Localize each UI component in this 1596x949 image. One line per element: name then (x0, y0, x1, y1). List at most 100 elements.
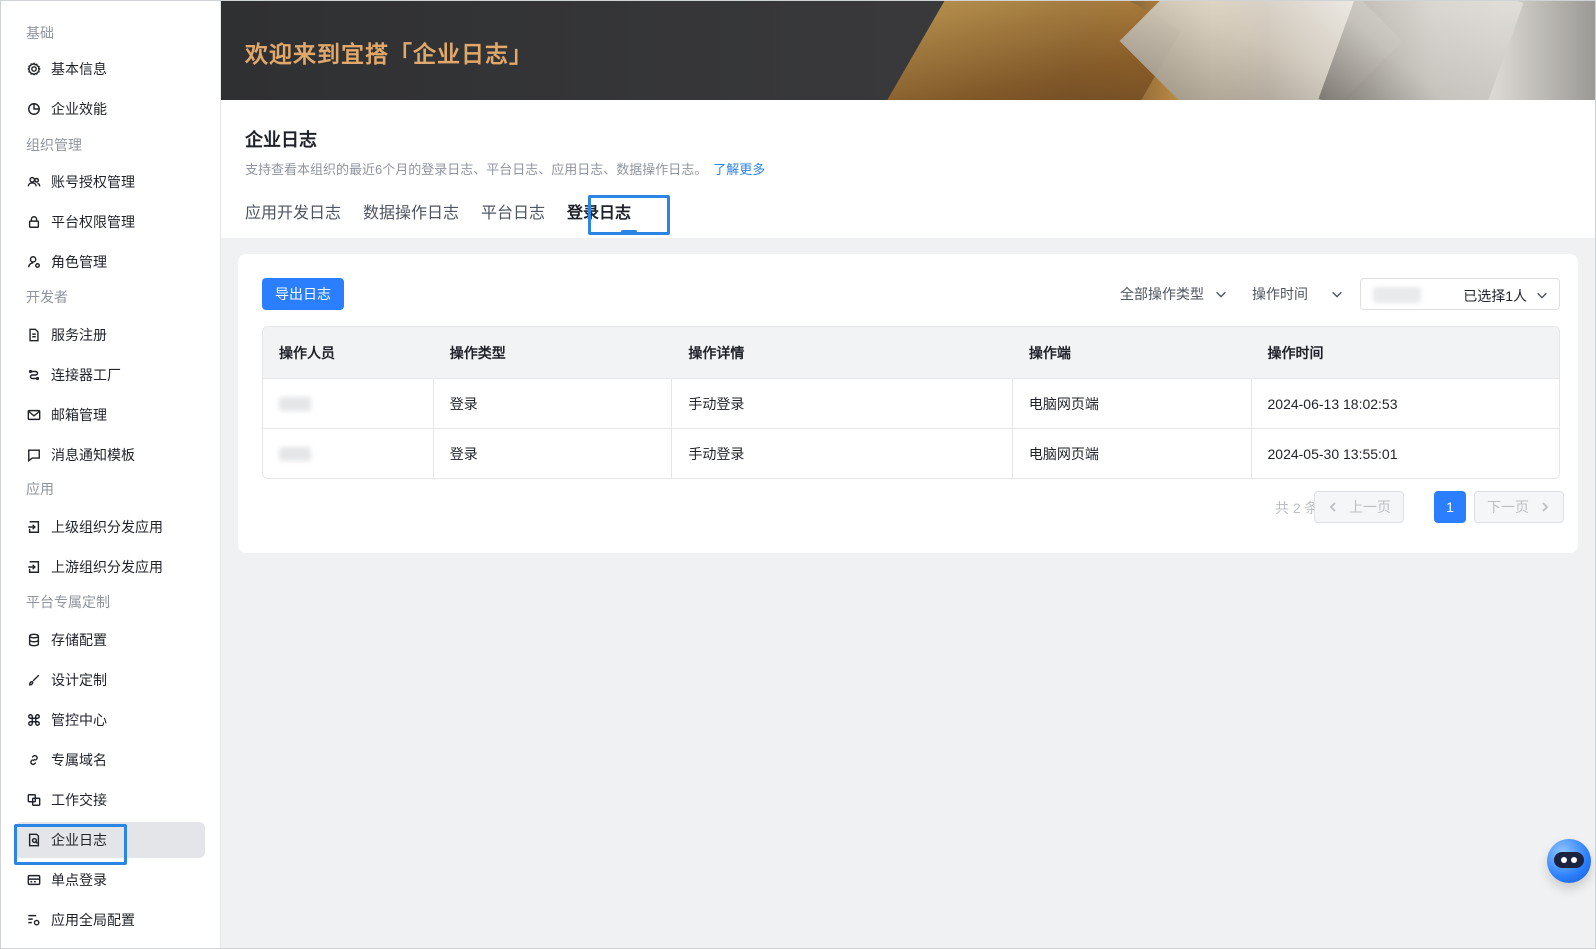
chevron-right-icon (1539, 501, 1551, 513)
banner-title: 欢迎来到宜搭「企业日志」 (245, 41, 533, 67)
sidebar-item-role[interactable]: 角色管理 (15, 244, 205, 280)
sidebar-item-account-auth[interactable]: 账号授权管理 (15, 164, 205, 200)
login-icon (27, 520, 41, 534)
sidebar-item-parent-org-apps[interactable]: 上级组织分发应用 (15, 509, 205, 545)
cell-operator (263, 429, 434, 478)
brush-icon (27, 673, 41, 687)
sidebar-item-label: 上游组织分发应用 (51, 559, 163, 575)
sidebar-item-label: 管控中心 (51, 712, 107, 728)
sidebar-item-handover[interactable]: 工作交接 (15, 782, 205, 818)
sso-icon (27, 873, 41, 887)
sidebar-item-message-template[interactable]: 消息通知模板 (15, 437, 205, 473)
sidebar-item-global-config[interactable]: 应用全局配置 (15, 902, 205, 938)
command-icon (27, 713, 41, 727)
next-page-button[interactable]: 下一页 (1474, 491, 1564, 523)
sidebar-item-service-register[interactable]: 服务注册 (15, 317, 205, 353)
selected-count: 已选择1人 (1463, 288, 1527, 304)
link-icon (27, 753, 41, 767)
database-icon (27, 633, 41, 647)
page-number-current[interactable]: 1 (1434, 491, 1466, 523)
log-icon (27, 833, 41, 847)
cell-detail: 手动登录 (672, 429, 1013, 478)
chart-pie-icon (27, 102, 41, 116)
operation-time-label: 操作时间 (1252, 286, 1308, 302)
sidebar-item-connector-factory[interactable]: 连接器工厂 (15, 357, 205, 393)
handover-icon (27, 793, 41, 807)
sidebar-group-platform-custom: 平台专属定制 (26, 594, 110, 610)
sidebar-group-developer: 开发者 (26, 289, 68, 305)
sidebar-item-mail[interactable]: 邮箱管理 (15, 397, 205, 433)
sidebar-item-platform-permission[interactable]: 平台权限管理 (15, 204, 205, 240)
page-description: 支持查看本组织的最近6个月的登录日志、平台日志、应用日志、数据操作日志。 了解更多 (245, 159, 765, 178)
sidebar-item-label: 设计定制 (51, 672, 107, 688)
chevron-down-icon (1535, 288, 1549, 302)
sidebar-item-label: 单点登录 (51, 872, 107, 888)
login-log-table: 操作人员 操作类型 操作详情 操作端 操作时间 登录 手动登录 电脑网页端 20… (262, 326, 1560, 479)
sidebar-item-design[interactable]: 设计定制 (15, 662, 205, 698)
cell-client: 电脑网页端 (1013, 429, 1252, 478)
tab-app-dev-log[interactable]: 应用开发日志 (245, 197, 341, 237)
cell-operator (263, 379, 434, 428)
sidebar-item-label: 角色管理 (51, 254, 107, 270)
sidebar-item-label: 连接器工厂 (51, 367, 121, 383)
blurred-operator-name (279, 396, 311, 411)
pagination-total: 共 2 条 (1275, 500, 1319, 516)
welcome-banner: 欢迎来到宜搭「企业日志」 (221, 1, 1595, 100)
sidebar-item-label: 企业效能 (51, 101, 107, 117)
column-header-type: 操作类型 (449, 344, 506, 361)
blurred-operator-name (279, 446, 311, 461)
table-header: 操作人员 操作类型 操作详情 操作端 操作时间 (263, 327, 1559, 378)
settings-list-icon (27, 913, 41, 927)
tab-data-operation-log[interactable]: 数据操作日志 (363, 197, 459, 237)
operation-type-filter[interactable]: 全部操作类型 (1120, 278, 1228, 310)
chevron-down-icon (1330, 287, 1344, 301)
bot-eye (1571, 857, 1577, 863)
chevron-down-icon (1214, 287, 1228, 301)
page-header: 企业日志 支持查看本组织的最近6个月的登录日志、平台日志、应用日志、数据操作日志… (221, 100, 1595, 238)
cell-type: 登录 (434, 429, 673, 478)
sidebar-item-upstream-org-apps[interactable]: 上游组织分发应用 (15, 549, 205, 585)
sidebar-item-label: 消息通知模板 (51, 447, 135, 463)
user-role-icon (27, 255, 41, 269)
gear-icon (27, 62, 41, 76)
bot-eye (1561, 857, 1567, 863)
sidebar-item-efficiency[interactable]: 企业效能 (15, 91, 205, 127)
cell-client: 电脑网页端 (1013, 379, 1252, 428)
sidebar-group-app: 应用 (26, 481, 54, 497)
sidebar-item-sso[interactable]: 单点登录 (15, 862, 205, 898)
sidebar-item-label: 专属域名 (51, 752, 107, 768)
column-header-detail: 操作详情 (688, 344, 745, 361)
users-icon (27, 175, 41, 189)
banner-decoration (1318, 1, 1524, 100)
sidebar-item-label: 应用全局配置 (51, 912, 135, 928)
connector-icon (27, 368, 41, 382)
sidebar-item-domain[interactable]: 专属域名 (15, 742, 205, 778)
table-row: 登录 手动登录 电脑网页端 2024-06-13 18:02:53 (263, 378, 1559, 428)
tab-platform-log[interactable]: 平台日志 (481, 197, 545, 237)
sidebar-item-storage[interactable]: 存储配置 (15, 622, 205, 658)
sidebar-item-control-center[interactable]: 管控中心 (15, 702, 205, 738)
sidebar-item-label: 存储配置 (51, 632, 107, 648)
chevron-left-icon (1327, 501, 1339, 513)
column-header-client: 操作端 (1028, 344, 1071, 361)
sidebar-item-label: 邮箱管理 (51, 407, 107, 423)
selected-person-chip (1373, 287, 1421, 303)
sidebar-item-basic-info[interactable]: 基本信息 (15, 51, 205, 87)
sidebar-item-enterprise-log[interactable]: 企业日志 (15, 822, 205, 858)
sidebar-item-label: 企业日志 (51, 832, 107, 848)
operation-time-filter[interactable]: 操作时间 (1252, 278, 1344, 310)
operation-type-label: 全部操作类型 (1120, 286, 1204, 302)
operator-select[interactable]: 已选择1人 (1360, 278, 1560, 310)
cell-type: 登录 (434, 379, 673, 428)
table-row: 登录 手动登录 电脑网页端 2024-05-30 13:55:01 (263, 428, 1559, 478)
export-log-button[interactable]: 导出日志 (262, 278, 344, 310)
sidebar-item-label: 平台权限管理 (51, 214, 135, 230)
description-text: 支持查看本组织的最近6个月的登录日志、平台日志、应用日志、数据操作日志。 (245, 162, 708, 177)
assistant-bot-icon[interactable] (1547, 839, 1591, 883)
message-icon (27, 448, 41, 462)
page-title: 企业日志 (245, 130, 317, 150)
prev-page-button[interactable]: 上一页 (1314, 491, 1404, 523)
cell-time: 2024-06-13 18:02:53 (1267, 395, 1398, 412)
learn-more-link[interactable]: 了解更多 (713, 162, 765, 177)
sidebar-item-label: 账号授权管理 (51, 174, 135, 190)
